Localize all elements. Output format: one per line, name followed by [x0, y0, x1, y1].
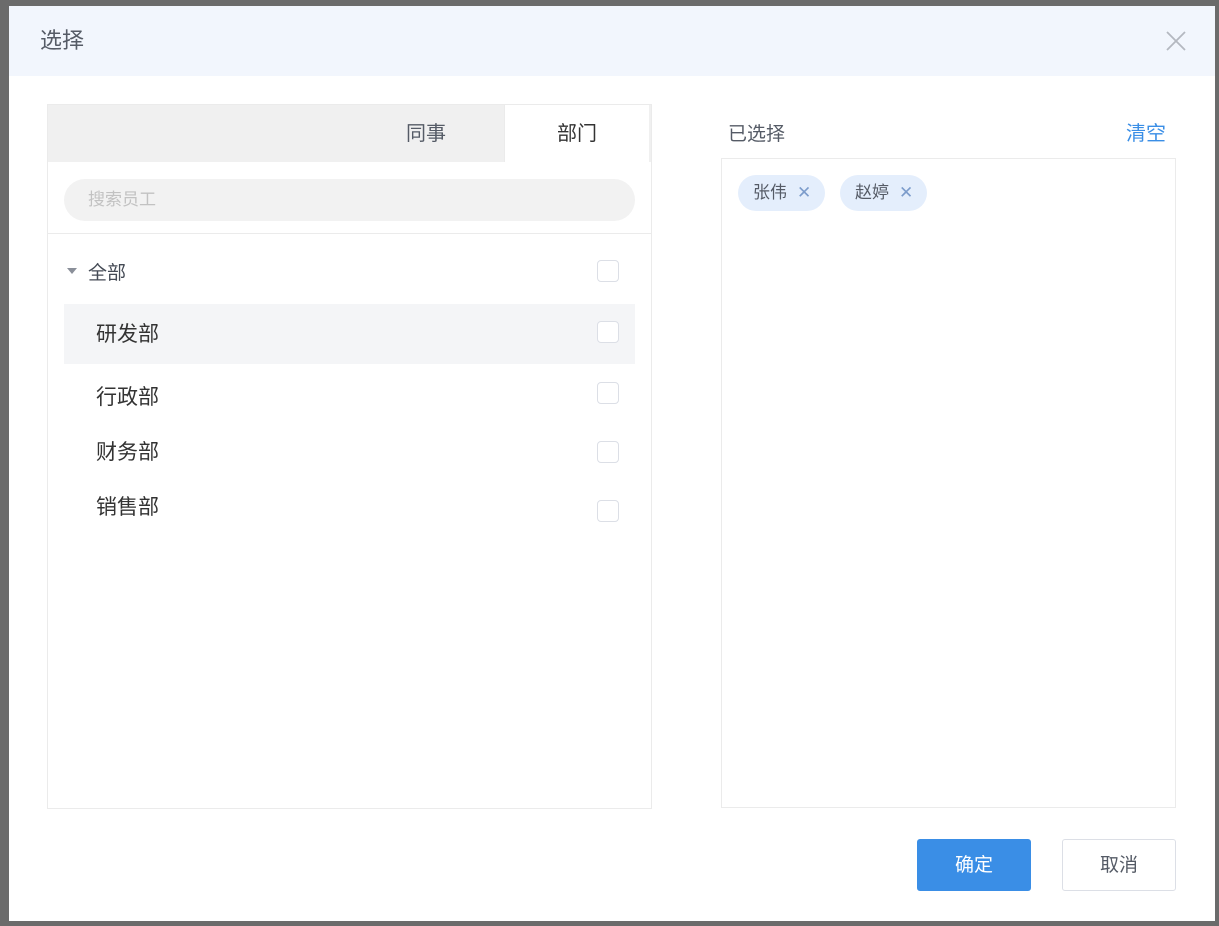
checkbox-finance[interactable]	[597, 441, 619, 463]
remove-icon[interactable]: ✕	[797, 175, 811, 211]
selected-tag-label: 赵婷	[855, 183, 889, 203]
close-icon	[1166, 31, 1186, 51]
selected-title: 已选择	[728, 123, 786, 145]
search-input[interactable]	[64, 179, 635, 221]
confirm-button[interactable]: 确定	[917, 839, 1031, 891]
tree-item-label: 研发部	[96, 322, 159, 346]
tab-colleague[interactable]: 同事	[348, 105, 504, 162]
caret-down-icon[interactable]	[67, 268, 77, 274]
tree-item-admin[interactable]: 行政部	[64, 367, 635, 427]
remove-icon[interactable]: ✕	[899, 175, 913, 211]
tree-item-label: 销售部	[96, 495, 159, 519]
tree-item-finance[interactable]: 财务部	[64, 422, 635, 482]
selected-tag: 张伟 ✕	[738, 175, 825, 211]
cancel-button[interactable]: 取消	[1062, 839, 1176, 891]
selected-tag: 赵婷 ✕	[840, 175, 927, 211]
checkbox-rd[interactable]	[597, 321, 619, 343]
tab-department[interactable]: 部门	[504, 105, 649, 162]
tree-item-label: 财务部	[96, 440, 159, 464]
search-bar	[48, 162, 651, 234]
select-dialog: 选择 同事 部门 全部 研发部 行政部	[9, 6, 1215, 921]
checkbox-all[interactable]	[597, 260, 619, 282]
tree-item-rd[interactable]: 研发部	[64, 304, 635, 364]
tree-item-all[interactable]: 全部	[64, 243, 635, 303]
tree-item-sales[interactable]: 销售部	[64, 477, 635, 537]
selected-list-panel: 张伟 ✕ 赵婷 ✕	[721, 158, 1176, 808]
clear-button[interactable]: 清空	[1126, 120, 1166, 146]
tab-bar: 同事 部门	[48, 105, 651, 162]
tree-item-label: 行政部	[96, 385, 159, 409]
checkbox-sales[interactable]	[597, 500, 619, 522]
dialog-header: 选择	[9, 6, 1215, 76]
department-picker-panel: 同事 部门 全部 研发部 行政部 财务部 销售部	[47, 104, 652, 809]
selected-tag-label: 张伟	[753, 183, 787, 203]
close-button[interactable]	[1163, 28, 1189, 54]
checkbox-admin[interactable]	[597, 382, 619, 404]
dialog-title: 选择	[40, 29, 85, 54]
tree-item-label: 全部	[88, 262, 127, 284]
